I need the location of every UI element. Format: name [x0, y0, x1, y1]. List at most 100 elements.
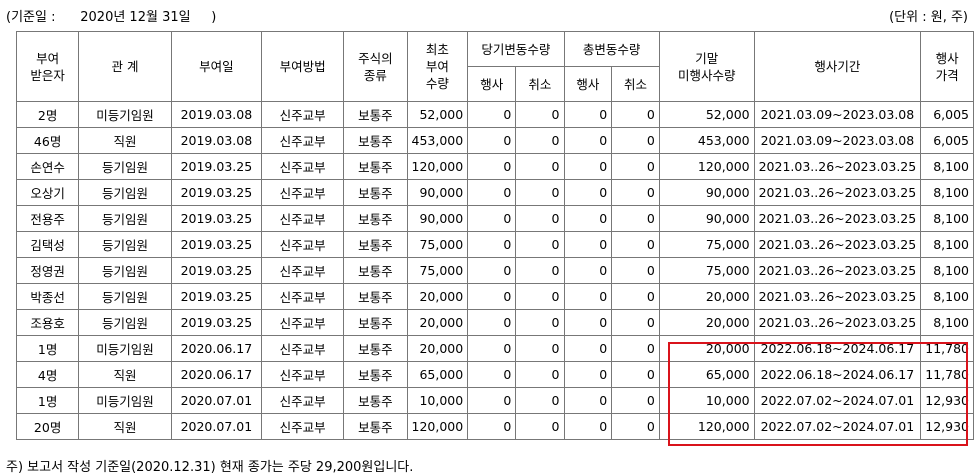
cell-total-cancel: 0 — [611, 179, 660, 206]
table-row: 20명 직원 2020.07.01 신주교부 보통주 120,000 0 0 0 0 120,000… — [15, 413, 974, 440]
header-stock-type-text: 주식의 종류 — [358, 50, 393, 83]
cell-exercise-price: 8,100 — [920, 153, 974, 180]
cell-recipient: 46명 — [15, 127, 80, 154]
cell-initial-qty: 75,000 — [406, 257, 469, 284]
cell-relation: 등기임원 — [78, 205, 172, 232]
header-total-exercise: 행사 — [563, 66, 613, 102]
cell-relation: 미등기임원 — [78, 101, 172, 128]
cell-current-exercise: 0 — [467, 387, 517, 414]
cell-initial-qty: 10,000 — [406, 387, 469, 414]
cell-stock-type: 보통주 — [343, 205, 408, 232]
cell-initial-qty: 120,000 — [406, 153, 469, 180]
table-body: 2명 미등기임원 2019.03.08 신주교부 보통주 52,000 0 0 0 0 52,000… — [15, 101, 974, 440]
cell-current-exercise: 0 — [467, 283, 517, 310]
cell-grant-date: 2019.03.25 — [170, 283, 262, 310]
cell-total-cancel: 0 — [611, 205, 660, 232]
cell-grant-date: 2020.07.01 — [170, 387, 262, 414]
header-recipient-text: 부여 받은자 — [30, 50, 65, 83]
cell-stock-type: 보통주 — [343, 153, 408, 180]
cell-current-exercise: 0 — [467, 413, 517, 440]
cell-unexercised: 90,000 — [658, 205, 755, 232]
cell-exercise-price: 8,100 — [920, 231, 974, 258]
table-row: 오상기 등기임원 2019.03.25 신주교부 보통주 90,000 0 0 0 0 90,000… — [15, 179, 974, 206]
cell-total-cancel: 0 — [611, 335, 660, 362]
cell-initial-qty: 90,000 — [406, 179, 469, 206]
cell-total-exercise: 0 — [563, 387, 613, 414]
cell-relation: 미등기임원 — [78, 387, 172, 414]
cell-recipient: 오상기 — [15, 179, 80, 206]
cell-stock-type: 보통주 — [343, 101, 408, 128]
cell-current-exercise: 0 — [467, 231, 517, 258]
cell-recipient: 2명 — [15, 101, 80, 128]
table-row: 전용주 등기임원 2019.03.25 신주교부 보통주 90,000 0 0 0 0 90,000… — [15, 205, 974, 232]
cell-stock-type: 보통주 — [343, 127, 408, 154]
cell-current-cancel: 0 — [515, 387, 565, 414]
cell-recipient: 정영권 — [15, 257, 80, 284]
table-row: 김택성 등기임원 2019.03.25 신주교부 보통주 75,000 0 0 0 0 75,000… — [15, 231, 974, 258]
cell-stock-type: 보통주 — [343, 413, 408, 440]
cell-current-cancel: 0 — [515, 231, 565, 258]
header-exercise-period: 행사기간 — [753, 31, 922, 102]
cell-total-cancel: 0 — [611, 413, 660, 440]
cell-exercise-period: 2021.03..26~2023.03.25 — [753, 283, 922, 310]
cell-unexercised: 120,000 — [658, 153, 755, 180]
cell-initial-qty: 52,000 — [406, 101, 469, 128]
cell-total-cancel: 0 — [611, 127, 660, 154]
cell-grant-method: 신주교부 — [260, 309, 345, 336]
cell-unexercised: 10,000 — [658, 387, 755, 414]
cell-total-cancel: 0 — [611, 231, 660, 258]
cell-initial-qty: 20,000 — [406, 335, 469, 362]
cell-relation: 등기임원 — [78, 231, 172, 258]
cell-recipient: 전용주 — [15, 205, 80, 232]
cell-stock-type: 보통주 — [343, 257, 408, 284]
header-grant-method: 부여방법 — [260, 31, 345, 102]
cell-exercise-period: 2021.03..26~2023.03.25 — [753, 257, 922, 284]
cell-total-exercise: 0 — [563, 153, 613, 180]
cell-grant-method: 신주교부 — [260, 231, 345, 258]
cell-unexercised: 52,000 — [658, 101, 755, 128]
table-row: 1명 미등기임원 2020.07.01 신주교부 보통주 10,000 0 0 0 0 10,000… — [15, 387, 974, 414]
cell-exercise-period: 2021.03..26~2023.03.25 — [753, 205, 922, 232]
cell-total-cancel: 0 — [611, 257, 660, 284]
cell-current-cancel: 0 — [515, 335, 565, 362]
cell-exercise-period: 2022.07.02~2024.07.01 — [753, 413, 922, 440]
cell-total-cancel: 0 — [611, 309, 660, 336]
cell-current-cancel: 0 — [515, 205, 565, 232]
cell-grant-date: 2020.06.17 — [170, 335, 262, 362]
cell-exercise-period: 2021.03..26~2023.03.25 — [753, 179, 922, 206]
cell-grant-date: 2019.03.25 — [170, 179, 262, 206]
cell-grant-method: 신주교부 — [260, 205, 345, 232]
cell-initial-qty: 90,000 — [406, 205, 469, 232]
cell-current-cancel: 0 — [515, 309, 565, 336]
cell-stock-type: 보통주 — [343, 309, 408, 336]
header-exercise-price: 행사 가격 — [920, 31, 974, 102]
cell-unexercised: 20,000 — [658, 309, 755, 336]
cell-grant-method: 신주교부 — [260, 153, 345, 180]
cell-current-exercise: 0 — [467, 179, 517, 206]
cell-grant-date: 2020.07.01 — [170, 413, 262, 440]
cell-exercise-price: 11,780 — [920, 361, 974, 388]
cell-exercise-period: 2022.06.18~2024.06.17 — [753, 361, 922, 388]
cell-current-cancel: 0 — [515, 257, 565, 284]
cell-exercise-price: 11,780 — [920, 335, 974, 362]
cell-exercise-price: 8,100 — [920, 205, 974, 232]
cell-total-cancel: 0 — [611, 101, 660, 128]
cell-current-exercise: 0 — [467, 335, 517, 362]
cell-grant-method: 신주교부 — [260, 127, 345, 154]
cell-stock-type: 보통주 — [343, 335, 408, 362]
cell-relation: 등기임원 — [78, 257, 172, 284]
cell-unexercised: 65,000 — [658, 361, 755, 388]
cell-recipient: 손연수 — [15, 153, 80, 180]
cell-initial-qty: 453,000 — [406, 127, 469, 154]
cell-grant-date: 2019.03.25 — [170, 205, 262, 232]
cell-total-exercise: 0 — [563, 127, 613, 154]
cell-relation: 등기임원 — [78, 153, 172, 180]
cell-grant-method: 신주교부 — [260, 335, 345, 362]
cell-grant-date: 2019.03.25 — [170, 309, 262, 336]
header-stock-type: 주식의 종류 — [343, 31, 408, 102]
cell-exercise-period: 2021.03.09~2023.03.08 — [753, 127, 922, 154]
cell-total-exercise: 0 — [563, 257, 613, 284]
cell-exercise-price: 8,100 — [920, 309, 974, 336]
cell-exercise-period: 2022.06.18~2024.06.17 — [753, 335, 922, 362]
cell-current-cancel: 0 — [515, 283, 565, 310]
